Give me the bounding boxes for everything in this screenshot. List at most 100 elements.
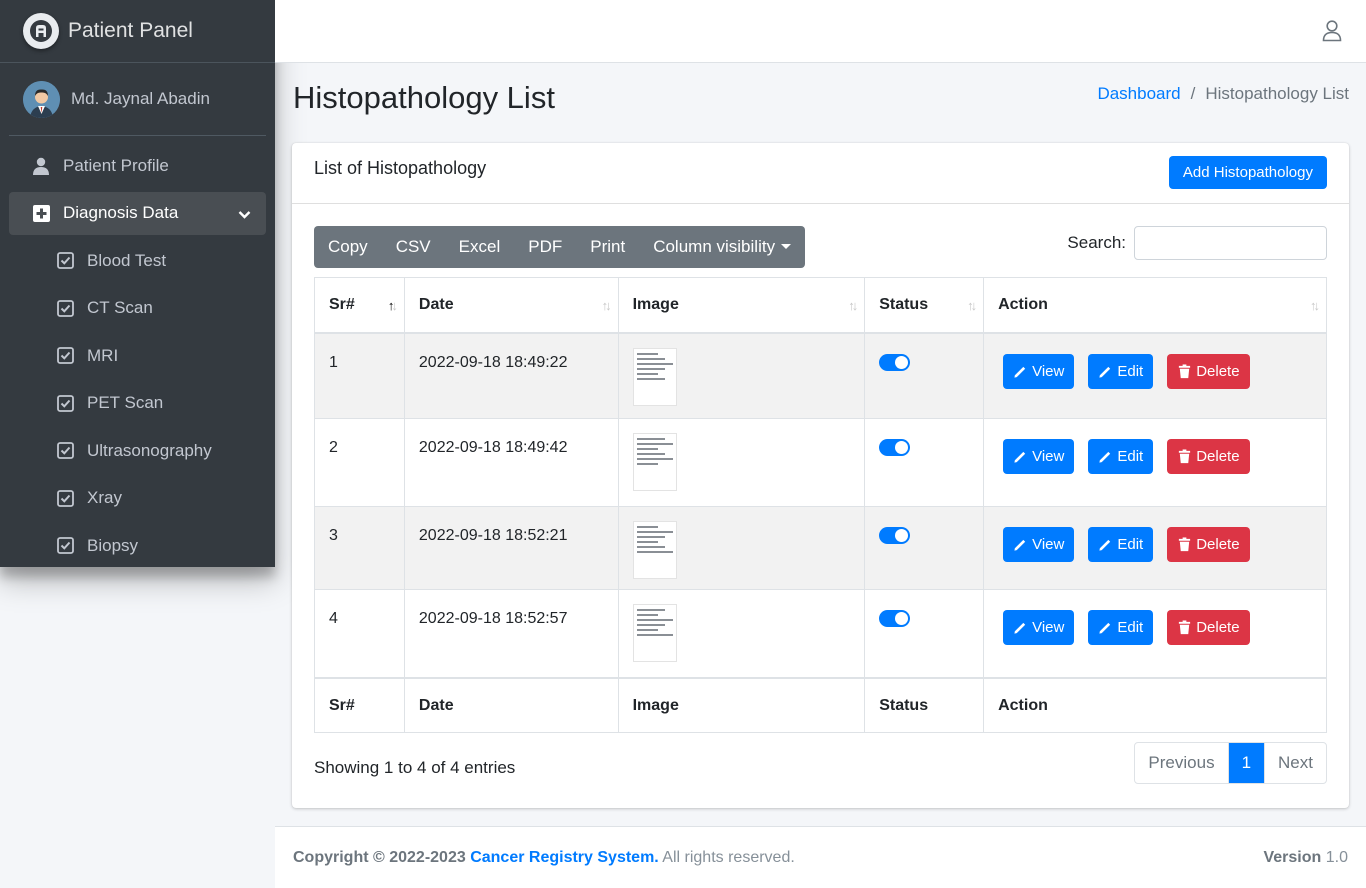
pencil-icon <box>1099 451 1111 463</box>
breadcrumb-current: Histopathology List <box>1205 84 1349 103</box>
excel-button[interactable]: Excel <box>445 226 515 268</box>
sidebar-subitem-blood-test[interactable]: Blood Test <box>9 239 266 282</box>
table-row: 3 2022-09-18 18:52:21 View Edit Delete <box>314 506 1327 590</box>
cell-action: View Edit Delete <box>983 418 1327 507</box>
view-button[interactable]: View <box>1003 353 1075 389</box>
pagination-previous[interactable]: Previous <box>1135 743 1229 783</box>
status-toggle[interactable] <box>879 527 911 544</box>
pencil-icon <box>1014 539 1026 551</box>
sidebar-subitem-label: Biopsy <box>87 535 139 555</box>
column-header-date[interactable]: Date ↑↓ <box>403 277 619 334</box>
sidebar-subitem-biopsy[interactable]: Biopsy <box>9 524 266 567</box>
brand-link[interactable]: Patient Panel <box>0 0 275 63</box>
status-toggle[interactable] <box>879 353 911 371</box>
footer-header-sr: Sr# <box>314 676 405 733</box>
footer-header-action: Action <box>983 676 1327 733</box>
cell-status <box>864 332 985 419</box>
table-row: 4 2022-09-18 18:52:57 View Edit Delete <box>314 589 1327 678</box>
status-toggle[interactable] <box>879 610 911 627</box>
sidebar-item-diagnosis-data[interactable]: Diagnosis Data <box>9 191 266 235</box>
edit-button[interactable]: Edit <box>1088 527 1154 562</box>
view-button[interactable]: View <box>1003 439 1075 474</box>
page-title: Histopathology List <box>293 80 555 115</box>
pencil-icon <box>1099 622 1111 634</box>
cell-status <box>864 418 985 507</box>
breadcrumb-dashboard-link[interactable]: Dashboard <box>1097 84 1180 104</box>
sidebar-subitem-pet-scan[interactable]: PET Scan <box>9 382 266 425</box>
column-visibility-button[interactable]: Column visibility <box>639 226 805 268</box>
system-link[interactable]: Cancer Registry System. <box>470 849 659 866</box>
view-button[interactable]: View <box>1003 610 1075 645</box>
check-square-icon <box>56 442 74 460</box>
search-label: Search: <box>1067 233 1126 252</box>
sidebar-subitem-xray[interactable]: Xray <box>9 477 266 520</box>
table-info: Showing 1 to 4 of 4 entries <box>314 758 516 777</box>
version-number: 1.0 <box>1325 849 1348 866</box>
user-name: Md. Jaynal Abadin <box>71 89 210 108</box>
delete-button[interactable]: Delete <box>1167 527 1250 562</box>
column-header-status[interactable]: Status ↑↓ <box>864 277 985 334</box>
delete-button[interactable]: Delete <box>1167 353 1250 389</box>
pagination-page-1[interactable]: 1 <box>1228 743 1266 783</box>
card-header: List of Histopathology Add Histopatholog… <box>292 143 1349 204</box>
footer-header-date: Date <box>403 676 619 733</box>
pencil-icon <box>1014 622 1026 634</box>
footer-header-image: Image <box>617 676 866 733</box>
rights-text: All rights reserved. <box>662 849 795 866</box>
column-header-action[interactable]: Action ↑↓ <box>983 277 1327 334</box>
cell-date: 2022-09-18 18:49:42 <box>403 418 619 507</box>
sidebar-subitem-mri[interactable]: MRI <box>9 334 266 377</box>
sidebar-item-patient-profile[interactable]: Patient Profile <box>9 144 266 187</box>
cell-date: 2022-09-18 18:52:21 <box>403 506 619 590</box>
sidebar-subitem-ct-scan[interactable]: CT Scan <box>9 287 266 330</box>
edit-button[interactable]: Edit <box>1088 610 1154 645</box>
cell-action: View Edit Delete <box>983 506 1327 590</box>
page-footer: Copyright © 2022-2023 Cancer Registry Sy… <box>275 826 1366 888</box>
pencil-icon <box>1014 451 1026 463</box>
sidebar-subitem-label: CT Scan <box>87 298 153 317</box>
brand-text: Patient Panel <box>68 19 193 42</box>
user-panel[interactable]: Md. Jaynal Abadin <box>9 63 266 136</box>
document-thumbnail[interactable] <box>632 521 677 579</box>
pencil-icon <box>1099 539 1111 551</box>
delete-button[interactable]: Delete <box>1167 610 1250 645</box>
search-input[interactable] <box>1134 226 1327 260</box>
check-square-icon <box>56 394 74 412</box>
column-header-sr[interactable]: Sr# ↑↓ <box>314 277 405 334</box>
check-square-icon <box>56 537 74 555</box>
user-menu-icon[interactable] <box>1322 20 1342 42</box>
sort-icon: ↑↓ <box>848 298 858 313</box>
column-visibility-label: Column visibility <box>653 237 776 256</box>
sidebar-subitem-label: Blood Test <box>87 250 167 270</box>
document-thumbnail[interactable] <box>632 347 677 406</box>
card-title: List of Histopathology <box>314 158 487 178</box>
trash-icon <box>1179 537 1191 552</box>
document-thumbnail[interactable] <box>632 604 677 662</box>
column-header-image[interactable]: Image ↑↓ <box>617 277 866 334</box>
sort-icon: ↑↓ <box>967 298 977 313</box>
print-button[interactable]: Print <box>576 226 639 268</box>
sidebar-subitem-label: Xray <box>87 488 122 507</box>
document-thumbnail[interactable] <box>632 433 677 491</box>
delete-button[interactable]: Delete <box>1167 439 1250 474</box>
edit-button[interactable]: Edit <box>1088 353 1154 389</box>
view-button[interactable]: View <box>1003 527 1075 562</box>
pagination-next[interactable]: Next <box>1265 743 1326 783</box>
sidebar-item-label: Diagnosis Data <box>63 203 179 222</box>
edit-button[interactable]: Edit <box>1088 439 1154 474</box>
table-footer-row: Sr# Date Image Status Action <box>314 676 1327 733</box>
copy-button[interactable]: Copy <box>314 226 382 268</box>
check-square-icon <box>56 252 74 270</box>
table-row: 2 2022-09-18 18:49:42 View Edit Delete <box>314 418 1327 507</box>
pagination: Previous 1 Next <box>1134 742 1327 784</box>
pdf-button[interactable]: PDF <box>514 226 576 268</box>
add-histopathology-button[interactable]: Add Histopathology <box>1168 156 1327 189</box>
status-toggle[interactable] <box>879 439 911 456</box>
cell-image <box>617 506 866 590</box>
cell-date: 2022-09-18 18:49:22 <box>403 332 619 419</box>
cell-sr: 3 <box>314 506 405 590</box>
sidebar-subitem-ultrasonography[interactable]: Ultrasonography <box>9 429 266 472</box>
caret-down-icon <box>781 243 792 249</box>
trash-icon <box>1179 620 1191 635</box>
csv-button[interactable]: CSV <box>382 226 445 268</box>
